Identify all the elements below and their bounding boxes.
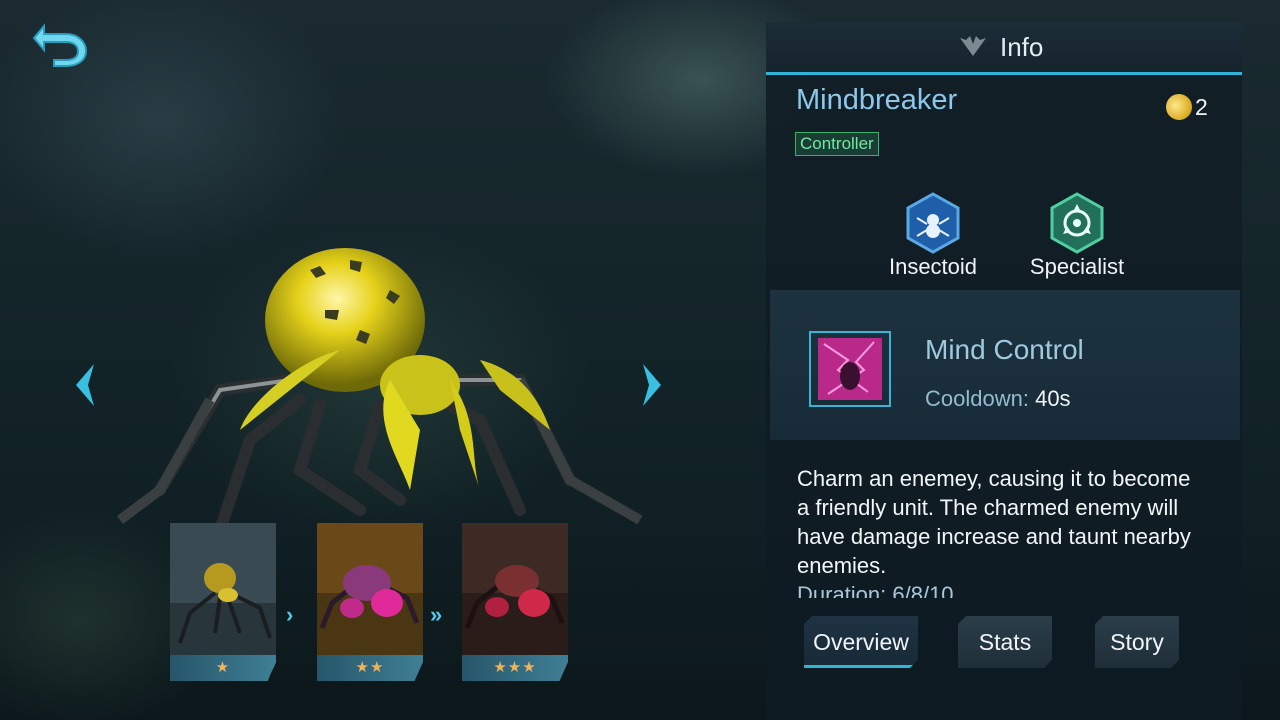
skin-card-2-star[interactable]: ★★ (317, 523, 423, 681)
specialist-emblem-icon (1050, 192, 1104, 254)
panel-header: Info (766, 22, 1242, 75)
skill-description: Charm an enemey, causing it to become a … (797, 464, 1207, 598)
info-panel: Info Mindbreaker Controller 2 Insectoid … (766, 22, 1242, 720)
star-rank: ★★ (317, 655, 423, 681)
cooldown-label: Cooldown: (925, 386, 1029, 411)
trait-label: Insectoid (888, 254, 978, 279)
tab-overview[interactable]: Overview (804, 616, 918, 668)
star-rank: ★★★ (462, 655, 568, 681)
spider-emblem-icon (906, 192, 960, 254)
skill-section: Mind Control Cooldown: 40s (770, 290, 1240, 440)
skill-cooldown: Cooldown: 40s (925, 386, 1071, 412)
role-badge: Controller (795, 132, 879, 156)
wing-emblem-icon (960, 36, 986, 56)
star-rank: ★ (170, 655, 276, 681)
gold-coin-icon (1162, 90, 1196, 124)
skin-selector: ★ › ★★ » ★★★ (170, 520, 590, 685)
skin-card-3-star[interactable]: ★★★ (462, 523, 568, 681)
cost-value: 2 (1195, 94, 1208, 120)
trait-label: Specialist (1029, 254, 1125, 279)
chevron-right-icon: › (286, 602, 294, 627)
skin-card-1-star[interactable]: ★ (170, 523, 276, 681)
duration-text: Duration: 6/8/10 (797, 582, 954, 598)
trait-insectoid[interactable]: Insectoid (873, 192, 993, 280)
hero-cost: 2 (1162, 90, 1236, 124)
skill-name: Mind Control (925, 334, 1084, 365)
tab-story[interactable]: Story (1095, 616, 1179, 668)
previous-hero-arrow-icon[interactable] (70, 360, 100, 410)
trait-specialist[interactable]: Specialist (1017, 192, 1137, 280)
description-text: Charm an enemey, causing it to become a … (797, 466, 1191, 578)
hero-model-spider (117, 248, 643, 536)
next-hero-arrow-icon[interactable] (637, 360, 667, 410)
skin-art-yellow (170, 523, 276, 655)
double-chevron-right-icon: » (430, 602, 443, 627)
skin-art-crimson (462, 523, 568, 655)
hero-name: Mindbreaker (796, 84, 958, 116)
panel-title: Info (1000, 32, 1044, 62)
back-arrow-icon[interactable] (30, 18, 92, 68)
mind-control-icon[interactable] (808, 330, 892, 408)
skin-art-magenta (317, 523, 423, 655)
cooldown-value: 40s (1035, 386, 1071, 411)
tab-stats[interactable]: Stats (958, 616, 1052, 668)
